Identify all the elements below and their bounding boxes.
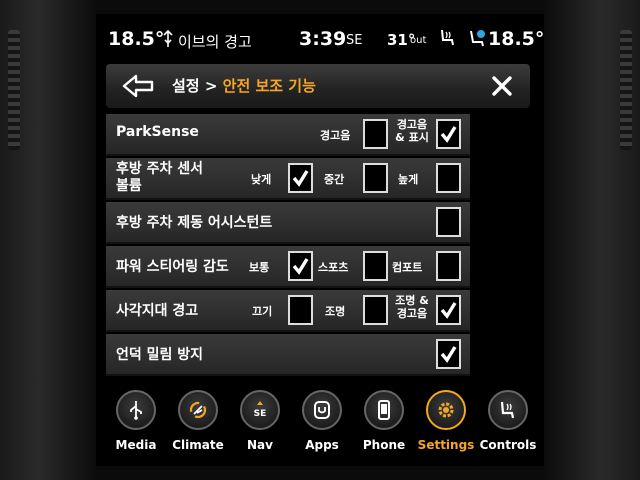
- outside-label: out: [410, 35, 427, 46]
- option-label: 조명 & 경고음: [395, 294, 429, 320]
- option-label: 높게: [398, 173, 419, 186]
- checkbox-steering-normal[interactable]: [288, 251, 313, 281]
- checkbox-hill-start-assist[interactable]: [436, 339, 461, 369]
- setting-row-blind-spot: 사각지대 경고 끄기 조명 조명 & 경고음: [106, 290, 470, 332]
- climate-fan-icon[interactable]: [468, 28, 486, 48]
- close-icon: [492, 76, 512, 96]
- clock: 3:39: [299, 28, 347, 50]
- option-label: 보통: [249, 261, 270, 274]
- checkmark-icon: [292, 258, 309, 275]
- setting-label: 언덕 밀림 방지: [116, 347, 204, 363]
- dock-settings-button[interactable]: Settings: [416, 390, 476, 462]
- left-temperature[interactable]: 18.5°: [108, 28, 164, 50]
- usb-icon: [116, 390, 156, 430]
- setting-label: 파워 스티어링 감도: [116, 259, 229, 275]
- dock-label: Phone: [362, 438, 406, 452]
- checkbox-parksense-sound[interactable]: [363, 119, 388, 149]
- checkmark-icon: [292, 170, 309, 187]
- setting-row-rear-brake-assist: 후방 주차 제동 어시스턴트: [106, 202, 470, 244]
- setting-label: ParkSense: [116, 124, 199, 140]
- checkbox-steering-comfort[interactable]: [436, 251, 461, 281]
- notice-icon: [162, 29, 174, 52]
- option-label: 낮게: [251, 173, 272, 186]
- checkmark-icon: [440, 346, 457, 363]
- breadcrumb[interactable]: 설정 >: [172, 77, 217, 95]
- compass-icon: SE: [240, 390, 280, 430]
- checkmark-icon: [440, 302, 457, 319]
- dock-label: Media: [115, 438, 157, 452]
- option-label: 중간: [324, 173, 345, 186]
- setting-row-parksense: ParkSense 경고음 경고음 & 표시: [106, 114, 470, 156]
- option-label: 끄기: [252, 305, 273, 318]
- compass-heading: SE: [346, 33, 363, 48]
- air-vent: [620, 30, 632, 150]
- checkbox-blind-spot-light-sound[interactable]: [436, 295, 461, 325]
- checkmark-icon: [440, 126, 457, 143]
- dock-controls-button[interactable]: Controls: [478, 390, 538, 462]
- option-label: 경고음: [320, 129, 351, 142]
- title-bar: 설정 > 안전 보조 기능: [106, 64, 530, 108]
- setting-label: 사각지대 경고: [116, 303, 199, 319]
- notice-text: 이브의 경고: [178, 33, 252, 51]
- phone-icon: [364, 390, 404, 430]
- option-label: 컴포트: [392, 261, 423, 274]
- dock-phone-button[interactable]: Phone: [354, 390, 414, 462]
- dock-label: Climate: [172, 438, 224, 452]
- checkbox-steering-sport[interactable]: [363, 251, 388, 281]
- checkbox-rear-brake-assist[interactable]: [436, 207, 461, 237]
- infotainment-screen: 18.5° 이브의 경고 3:39 SE 31° out 18.5° 설정 > …: [96, 14, 544, 466]
- settings-list: ParkSense 경고음 경고음 & 표시 후방 주차 센서 볼륨 낮게 중간…: [106, 114, 470, 376]
- option-label: 스포츠: [318, 261, 349, 274]
- dock-label: Nav: [247, 438, 273, 452]
- dock-climate-button[interactable]: Climate: [168, 390, 228, 462]
- checkbox-parksense-sound-display[interactable]: [436, 119, 461, 149]
- dock-label: Controls: [479, 438, 537, 452]
- back-button[interactable]: [120, 73, 156, 99]
- back-arrow-icon: [122, 74, 154, 98]
- close-button[interactable]: [488, 72, 516, 100]
- dock-nav-button[interactable]: SE Nav: [230, 390, 290, 462]
- compass-label: SE: [254, 409, 267, 419]
- checkbox-volume-high[interactable]: [436, 163, 461, 193]
- setting-label: 후방 주차 제동 어시스턴트: [116, 215, 273, 231]
- bottom-dock: Media Climate SE Nav Apps Phone Settings…: [106, 386, 536, 466]
- dock-label: Settings: [417, 438, 475, 452]
- setting-row-rear-sensor-volume: 후방 주차 센서 볼륨 낮게 중간 높게: [106, 158, 470, 200]
- dock-label: Apps: [305, 438, 339, 452]
- dock-media-button[interactable]: Media: [106, 390, 166, 462]
- bezel-right: [544, 0, 640, 480]
- checkbox-volume-low[interactable]: [288, 163, 313, 193]
- apps-icon: [302, 390, 342, 430]
- page-title: 설정 > 안전 보조 기능: [172, 75, 316, 96]
- air-vent: [8, 30, 20, 150]
- heated-seat-left-icon[interactable]: [438, 28, 456, 48]
- current-page-title: 안전 보조 기능: [222, 77, 316, 95]
- checkbox-blind-spot-light[interactable]: [363, 295, 388, 325]
- climate-icon: [178, 390, 218, 430]
- checkbox-blind-spot-off[interactable]: [288, 295, 313, 325]
- setting-row-power-steering: 파워 스티어링 감도 보통 스포츠 컴포트: [106, 246, 470, 288]
- option-label: 조명: [325, 305, 346, 318]
- setting-row-hill-start-assist: 언덕 밀림 방지: [106, 334, 470, 376]
- setting-label: 후방 주차 센서 볼륨: [116, 161, 204, 194]
- status-bar: 18.5° 이브의 경고 3:39 SE 31° out 18.5°: [96, 14, 544, 64]
- gear-icon: [426, 390, 466, 430]
- dock-apps-button[interactable]: Apps: [292, 390, 352, 462]
- option-label: 경고음 & 표시: [395, 118, 429, 144]
- checkbox-volume-medium[interactable]: [363, 163, 388, 193]
- right-temperature[interactable]: 18.5°: [488, 28, 544, 50]
- seat-icon: [488, 390, 528, 430]
- bezel-left: [0, 0, 96, 480]
